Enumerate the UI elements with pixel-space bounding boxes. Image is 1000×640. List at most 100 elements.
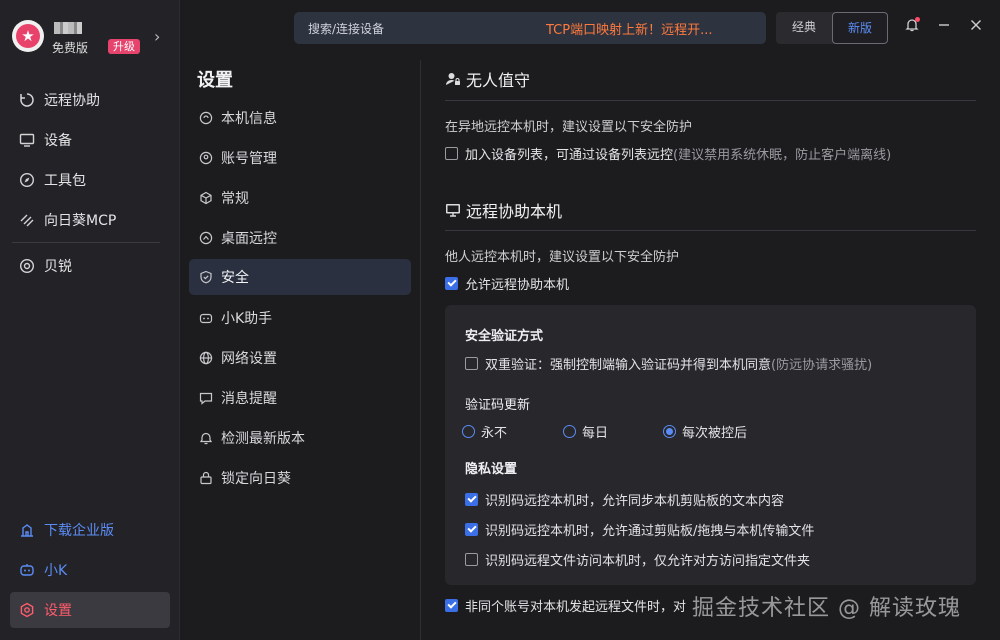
radio-never[interactable] — [462, 425, 475, 438]
left-nav: ★ ■■■ 免费版 升级 › 远程协助 设备 工具包 向日葵MCP 贝锐 — [0, 0, 180, 640]
version-new-button[interactable]: 新版 — [832, 12, 888, 44]
search-input[interactable]: 搜索/连接设备 — [308, 20, 546, 37]
desktop-icon — [198, 230, 214, 246]
gear-icon — [18, 601, 36, 619]
upgrade-badge[interactable]: 升级 — [108, 39, 140, 54]
settings-title: 设置 — [197, 70, 233, 91]
code-update-daily[interactable]: 每日 — [563, 422, 608, 441]
option-label: 双重验证：强制控制端输入验证码并得到本机同意 — [485, 358, 772, 373]
minimize-icon[interactable] — [936, 18, 952, 34]
allow-remote-assist-option[interactable]: 允许远程协助本机 — [445, 274, 569, 293]
privacy-clipboard-text-option[interactable]: 识别码远控本机时，允许同步本机剪贴板的文本内容 — [465, 490, 784, 509]
option-label: 识别码远程文件访问本机时，仅允许对方访问指定文件夹 — [485, 554, 811, 569]
code-update-after-each[interactable]: 每次被控后 — [663, 422, 747, 441]
nav-label: 小K — [44, 563, 68, 579]
dual-verify-option[interactable]: 双重验证：强制控制端输入验证码并得到本机同意 (防远协请求骚扰) — [465, 354, 872, 373]
section-title-text: 无人值守 — [466, 71, 531, 90]
cube-icon — [198, 190, 214, 206]
option-hint: (防远协请求骚扰) — [771, 358, 873, 373]
watermark: 掘金技术社区 @ 解读玫瑰 — [692, 596, 961, 621]
menu-item-desktop-remote[interactable]: 桌面远控 — [189, 220, 411, 256]
nav-item-devices[interactable]: 设备 — [10, 123, 170, 157]
nav-item-settings[interactable]: 设置 — [10, 592, 170, 628]
star-icon: ★ — [16, 24, 40, 48]
search-bar[interactable]: 搜索/连接设备 TCP端口映射上新！远程开... — [294, 12, 766, 44]
menu-label: 消息提醒 — [221, 391, 277, 407]
privacy-folder-option[interactable]: 识别码远程文件访问本机时，仅允许对方访问指定文件夹 — [465, 550, 810, 569]
plan-label: 免费版 — [52, 41, 89, 55]
add-device-list-checkbox[interactable] — [445, 147, 458, 160]
section-divider — [445, 230, 976, 231]
update-icon — [198, 430, 214, 446]
shield-icon — [198, 269, 214, 285]
menu-item-general[interactable]: 常规 — [189, 180, 411, 216]
radio-after-each[interactable] — [663, 425, 676, 438]
nav-label: 向日葵MCP — [44, 213, 117, 229]
privacy-checkbox[interactable] — [465, 523, 478, 536]
menu-label: 本机信息 — [221, 111, 277, 127]
allow-remote-assist-checkbox[interactable] — [445, 277, 458, 290]
nav-label: 贝锐 — [44, 259, 72, 275]
cross-account-file-option[interactable]: 非同个账号对本机发起远程文件时，对 — [445, 596, 686, 615]
nav-item-mcp[interactable]: 向日葵MCP — [10, 203, 170, 237]
menu-label: 安全 — [221, 270, 249, 286]
menu-item-check-update[interactable]: 检测最新版本 — [189, 420, 411, 456]
nav-item-xiaok[interactable]: 小K — [10, 553, 170, 587]
nav-item-toolkit[interactable]: 工具包 — [10, 163, 170, 197]
remote-assist-desc: 他人远控本机时，建议设置以下安全防护 — [445, 250, 680, 265]
nav-label: 设备 — [44, 133, 72, 149]
menu-label: 锁定向日葵 — [221, 471, 291, 487]
promo-text[interactable]: TCP端口映射上新！远程开... — [546, 19, 713, 38]
nav-item-oray[interactable]: 贝锐 — [10, 249, 170, 283]
section-unattended-title: 无人值守 — [445, 67, 530, 91]
nav-item-download-enterprise[interactable]: 下载企业版 — [10, 513, 170, 547]
version-classic-button[interactable]: 经典 — [776, 12, 832, 44]
privacy-clipboard-file-option[interactable]: 识别码远控本机时，允许通过剪贴板/拖拽与本机传输文件 — [465, 520, 814, 539]
nav-label: 设置 — [44, 603, 72, 619]
close-icon[interactable] — [968, 18, 984, 34]
avatar[interactable]: ★ — [12, 20, 44, 52]
privacy-title: 隐私设置 — [465, 462, 518, 477]
code-update-never[interactable]: 永不 — [462, 422, 507, 441]
radio-label: 永不 — [481, 426, 508, 441]
cross-account-checkbox[interactable] — [445, 599, 458, 612]
nav-label: 远程协助 — [44, 93, 100, 109]
menu-item-xiaok-assistant[interactable]: 小K助手 — [189, 300, 411, 336]
section-divider — [445, 100, 976, 101]
mcp-icon — [18, 211, 36, 229]
robot-icon — [18, 561, 36, 579]
menu-item-notifications[interactable]: 消息提醒 — [189, 380, 411, 416]
option-label: 识别码远控本机时，允许同步本机剪贴板的文本内容 — [485, 494, 785, 509]
menu-item-network[interactable]: 网络设置 — [189, 340, 411, 376]
radio-daily[interactable] — [563, 425, 576, 438]
section-title-text: 远程协助本机 — [466, 202, 563, 221]
dual-verify-checkbox[interactable] — [465, 357, 478, 370]
section-remote-assist-title: 远程协助本机 — [445, 198, 562, 222]
message-icon — [198, 390, 214, 406]
menu-label: 检测最新版本 — [221, 431, 305, 447]
globe-icon — [198, 350, 214, 366]
menu-label: 桌面远控 — [221, 231, 277, 247]
nav-item-remote-assist[interactable]: 远程协助 — [10, 83, 170, 117]
privacy-checkbox[interactable] — [465, 493, 478, 506]
menu-item-device-info[interactable]: 本机信息 — [189, 100, 411, 136]
profile-card[interactable]: ★ ■■■ 免费版 升级 › — [12, 18, 172, 62]
radio-label: 每次被控后 — [682, 426, 748, 441]
notification-dot — [915, 17, 920, 22]
add-device-list-option[interactable]: 加入设备列表，可通过设备列表远控 (建议禁用系统休眠，防止客户端离线) — [445, 144, 891, 163]
lock-icon — [198, 470, 214, 486]
radio-label: 每日 — [582, 426, 609, 441]
chevron-right-icon[interactable]: › — [154, 27, 160, 46]
version-toggle: 经典 新版 — [776, 12, 888, 44]
privacy-checkbox[interactable] — [465, 553, 478, 566]
compass-icon — [18, 171, 36, 189]
monitor-icon — [18, 131, 36, 149]
username: ■■■ — [54, 22, 82, 34]
user-icon — [198, 150, 214, 166]
robot-icon — [198, 310, 214, 326]
menu-label: 常规 — [221, 191, 249, 207]
menu-item-account[interactable]: 账号管理 — [189, 140, 411, 176]
monitor-icon — [445, 202, 461, 218]
menu-item-security[interactable]: 安全 — [189, 259, 411, 295]
menu-item-lock[interactable]: 锁定向日葵 — [189, 460, 411, 496]
